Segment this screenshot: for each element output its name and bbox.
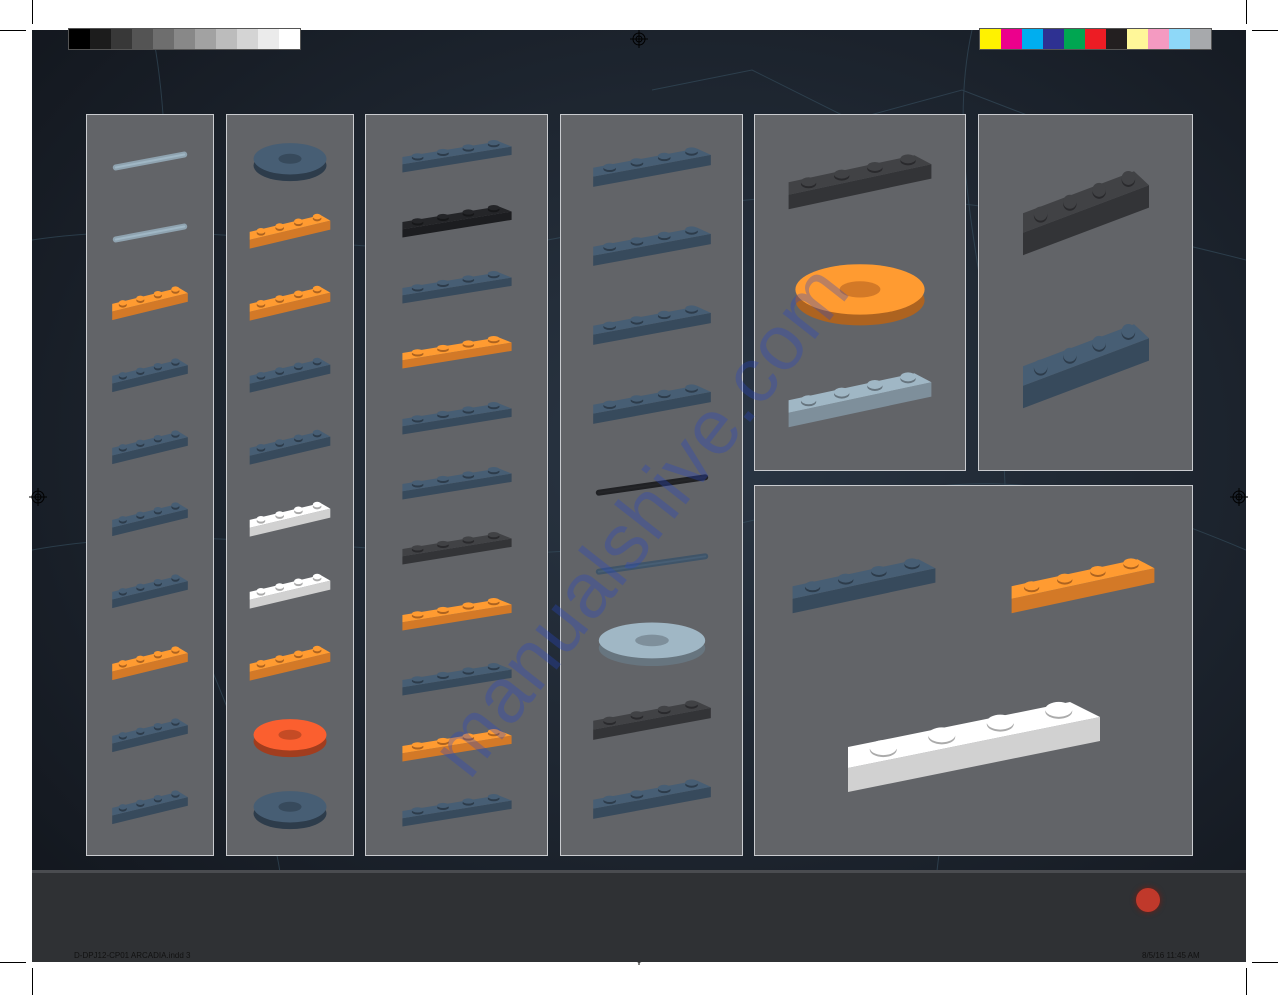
part-bar-long-blue-grey [582,532,722,601]
color-swatch [279,29,300,49]
part-dish-4x4-blue-grey [242,781,338,842]
part-plate-1x4-orange [105,278,195,337]
color-swatch [980,29,1001,49]
part-tile-1x4-blue-grey [105,422,195,481]
part-wing-plate-white-right [242,565,338,626]
parts-panel-1 [86,114,214,856]
part-wedge-plate-2x6-orange [392,721,522,778]
part-wedge-plate-2x4-orange-right [242,277,338,338]
part-wedge-1x6-black [392,197,522,254]
part-plate-4x4-blue-grey [582,137,722,206]
color-swatch [174,29,195,49]
part-triangle-tile-orange [392,328,522,385]
color-swatch [1106,29,1127,49]
part-bar-with-handle-clear [105,206,195,265]
page-number-badge [1136,888,1160,912]
part-bar-long-black [582,453,722,522]
color-swatch [111,29,132,49]
color-swatch [1169,29,1190,49]
part-triangle-tile-blue-grey [392,263,522,320]
part-wedge-plate-2x4-blue-grey-left [242,349,338,410]
part-plate-2x6-dark-grey [392,524,522,581]
color-swatch [1085,29,1106,49]
registration-mark-left [29,488,47,506]
date-time-slug: 8/5/16 11:45 AM [1142,951,1200,960]
parts-panel-3 [365,114,548,856]
part-technic-axle-connector [242,133,338,194]
part-bracket-1x4-blue-grey [105,494,195,553]
part-brick-1x4-blue-grey [105,566,195,625]
crop-mark [32,968,33,995]
part-bar-light-grey [105,134,195,193]
color-swatch [69,29,90,49]
part-plate-1x8-dark-grey [582,690,722,759]
crop-mark [32,0,33,24]
part-wedge-plate-2x4-orange-left [242,205,338,266]
footer-band [32,870,1246,962]
color-swatch [1148,29,1169,49]
part-brick-1x6-blue-grey [392,459,522,516]
part-brick-1x4-studs-orange [105,638,195,697]
part-windscreen-blue-grey [582,769,722,838]
part-slope-1x4-blue-grey [105,782,195,841]
part-plate-1x4-blue-grey [105,350,195,409]
part-wedge-plate-6x8-orange [998,543,1168,638]
color-swatch [1064,29,1085,49]
part-rail-bracket-light-grey [775,357,945,452]
registration-mark-top [630,30,648,48]
parts-panel-2 [226,114,354,856]
part-wedge-plate-2x4-blue-grey-right [242,421,338,482]
part-panel-1x4x6-blue-grey [1011,299,1161,444]
color-calibration-bar [979,28,1212,50]
part-dish-radar-red-orange [242,709,338,770]
parts-panel-7 [754,485,1193,856]
crop-mark [1246,968,1247,995]
color-swatch [1001,29,1022,49]
part-brick-1x4-studs-blue-grey [105,710,195,769]
color-swatch [237,29,258,49]
part-wedge-plate-6x6-blue-grey [779,543,949,638]
color-swatch [258,29,279,49]
registration-mark-right [1230,488,1248,506]
grey-calibration-bar [68,28,301,50]
color-swatch [1043,29,1064,49]
part-tile-1x8-blue-grey [582,374,722,443]
color-swatch [195,29,216,49]
parts-panel-4 [560,114,743,856]
part-oval-frame-dark-grey [775,139,945,234]
part-plate-2x4-orange [242,637,338,698]
color-swatch [1127,29,1148,49]
part-tile-1x6-blue-grey [392,394,522,451]
crop-mark [0,30,26,31]
part-tri-base-plate-white [824,675,1124,830]
part-wing-plate-white-left [242,493,338,554]
color-swatch [90,29,111,49]
parts-panel-5 [754,114,966,471]
part-plate-2x6-blue-grey [392,655,522,712]
crop-mark [1252,30,1278,31]
part-wedge-plate-2x6-blue-grey [392,786,522,843]
part-cylinder-orange-blue-grey [775,248,945,343]
color-swatch [1190,29,1211,49]
part-connector-clear [582,611,722,680]
part-plate-2x6-orange [392,590,522,647]
parts-panel-6 [978,114,1193,471]
part-curved-frame-dark-grey [1011,146,1161,291]
part-wedge-plate-4x4-blue-grey-left [582,216,722,285]
file-name-slug: D-DPJ12-CP01 ARCADIA.indd 3 [74,951,191,960]
color-swatch [153,29,174,49]
crop-mark [0,962,26,963]
color-swatch [216,29,237,49]
part-plate-1x6-blue-grey [392,132,522,189]
crop-mark [1252,962,1278,963]
color-swatch [132,29,153,49]
part-wedge-plate-4x4-blue-grey-right [582,295,722,364]
crop-mark [1246,0,1247,24]
color-swatch [1022,29,1043,49]
